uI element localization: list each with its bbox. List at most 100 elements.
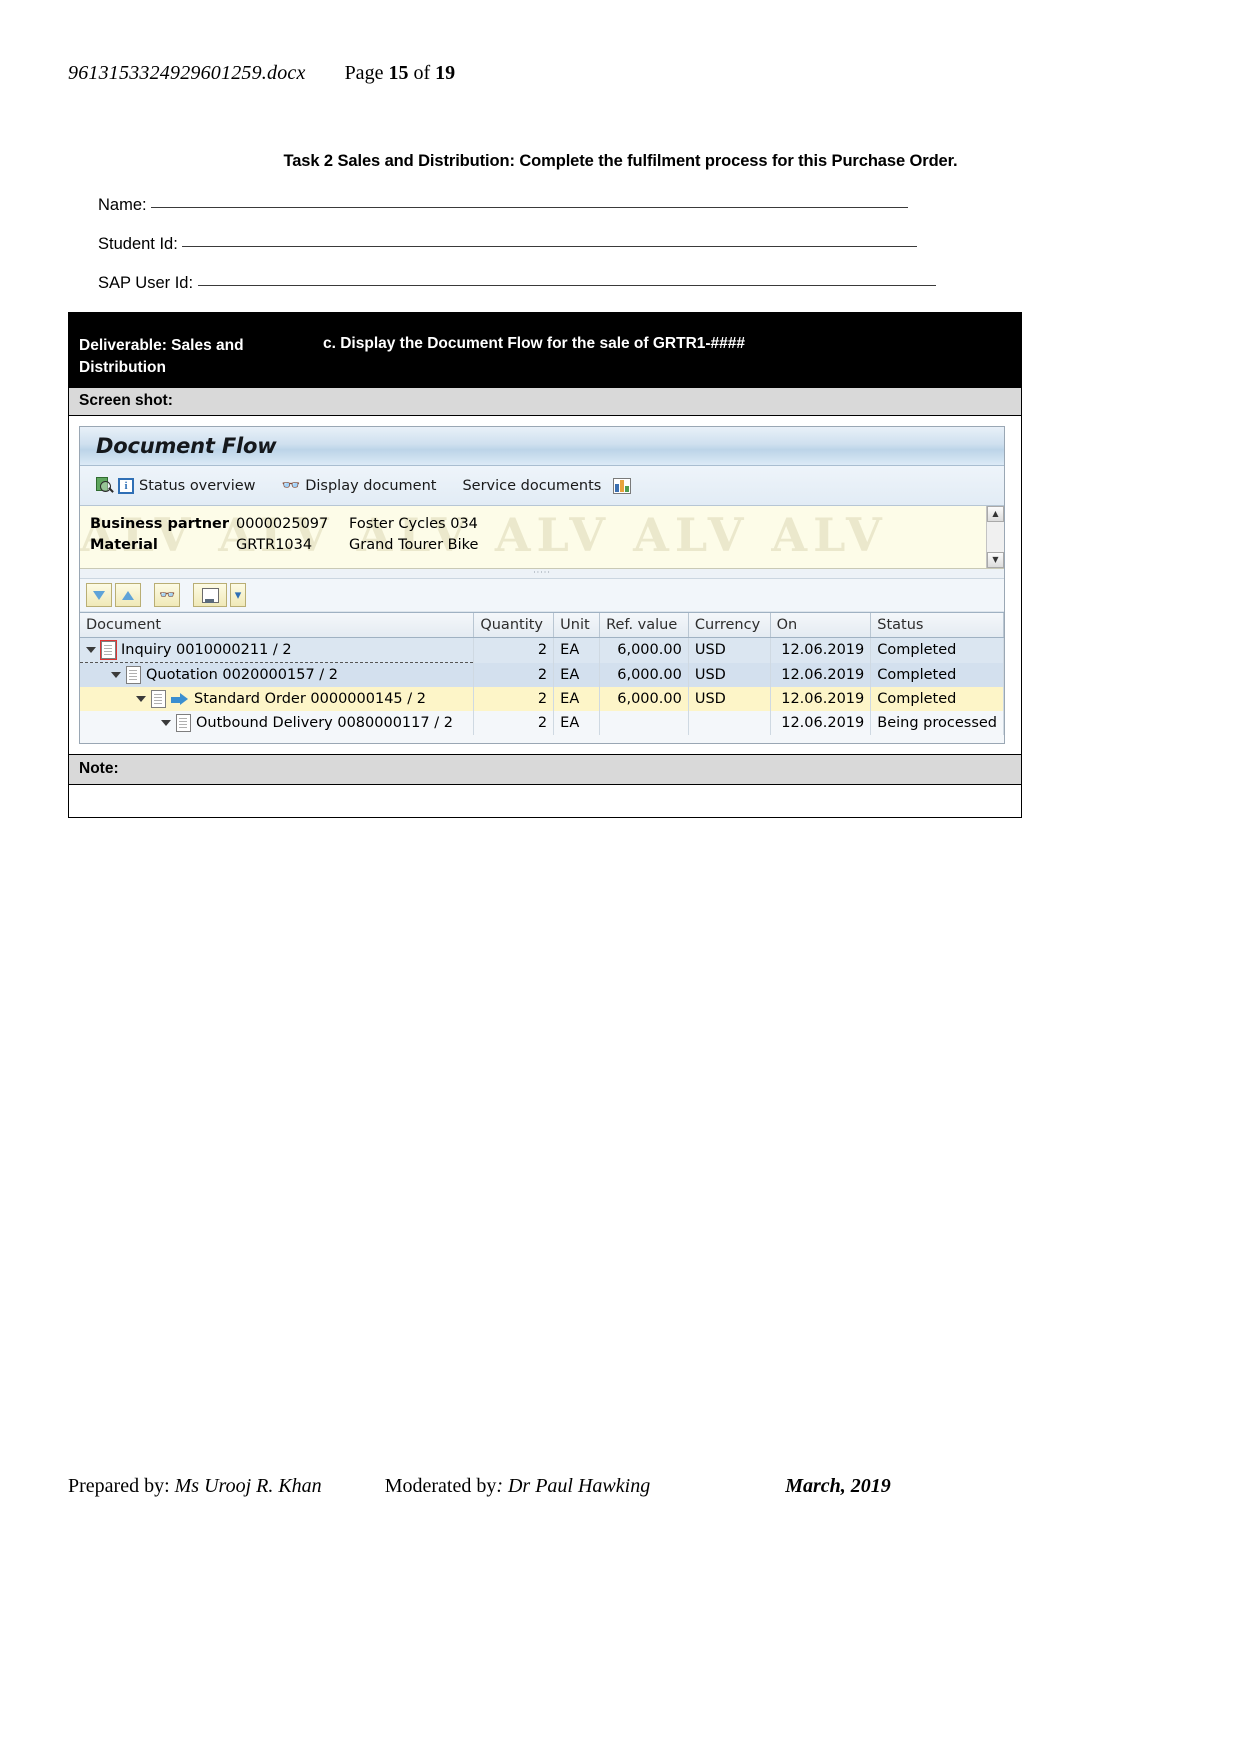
document-flow-grid: Document Quantity Unit Ref. value Curren… [80,612,1004,743]
row-quantity: 2 [473,662,555,687]
sap-user-id-field-blank[interactable] [197,272,936,286]
table-row[interactable]: Inquiry 0010000211 / 2 2 EA 6,000.00 USD… [80,637,1004,663]
row-unit: EA [553,637,601,663]
business-partner-name: Foster Cycles 034 [349,516,478,532]
document-icon [151,690,166,708]
row-quantity: 2 [473,711,555,735]
row-ref-value [599,711,689,735]
material-description: Grand Tourer Bike [349,537,479,553]
row-ref-value: 6,000.00 [599,662,689,687]
status-overview-button[interactable]: i Status overview [90,475,262,496]
sap-info-panel: ALV ALV ALV ALV ALV ALV Business partner… [80,506,1004,569]
row-status: Being processed [870,711,1004,735]
document-icon [126,666,141,684]
material-label: Material [90,537,158,553]
tree-expand-caret-icon[interactable] [161,720,171,726]
scroll-down-icon[interactable]: ▼ [987,552,1004,568]
col-unit[interactable]: Unit [553,613,601,638]
page-of-label: of [413,62,431,84]
sap-window-title: Document Flow [96,434,277,458]
service-documents-button[interactable]: Service documents [456,476,607,496]
print-menu-button[interactable]: ▾ [230,583,246,607]
name-field-row: Name: [98,194,909,215]
name-field-blank[interactable] [151,194,909,208]
col-currency[interactable]: Currency [688,613,771,638]
table-body: Inquiry 0010000211 / 2 2 EA 6,000.00 USD… [80,637,1004,735]
col-on[interactable]: On [770,613,872,638]
document-filename: 9613153324929601259.docx [68,62,306,84]
moderated-by-label: Moderated by [384,1475,497,1497]
screenshot-label: Screen shot: [69,387,1021,416]
collapse-all-button[interactable] [115,583,141,607]
page-header: 9613153324929601259.docx Page 15 of 19 [68,62,1168,85]
footer-date: March, 2019 [785,1475,891,1497]
row-status: Completed [870,637,1004,663]
print-button[interactable] [193,583,227,607]
screenshot-cell: Document Flow i Status overview 👓 Displa… [69,416,1021,754]
row-document-cell[interactable]: Standard Order 0000000145 / 2 [80,687,475,711]
business-partner-number: 0000025097 [236,516,329,532]
row-on: 12.06.2019 [770,711,872,735]
sap-user-id-field-row: SAP User Id: [98,272,936,293]
tree-expand-caret-icon[interactable] [86,647,96,653]
deliverable-table: Deliverable: Sales and Distribution c. D… [68,312,1022,818]
page-total: 19 [435,62,456,84]
bar-chart-button[interactable] [607,476,637,496]
sap-window-title-bar: Document Flow [80,427,1004,466]
panel-splitter[interactable]: ····· [80,569,1004,579]
student-id-field-blank[interactable] [182,233,918,247]
table-row[interactable]: Quotation 0020000157 / 2 2 EA 6,000.00 U… [80,662,1004,687]
row-currency: USD [688,687,771,711]
business-partner-row: Business partner 0000025097 Foster Cycle… [90,514,1004,535]
row-document-cell[interactable]: Quotation 0020000157 / 2 [80,662,475,687]
row-on: 12.06.2019 [770,637,872,663]
tree-expand-caret-icon[interactable] [111,672,121,678]
table-row[interactable]: Standard Order 0000000145 / 2 2 EA 6,000… [80,687,1004,711]
col-document[interactable]: Document [80,613,475,638]
row-document-cell[interactable]: Inquiry 0010000211 / 2 [80,637,475,663]
row-status: Completed [870,687,1004,711]
deliverable-instruction: c. Display the Document Flow for the sal… [323,335,746,352]
row-ref-value: 6,000.00 [599,637,689,663]
expand-all-button[interactable] [86,583,112,607]
row-ref-value: 6,000.00 [599,687,689,711]
col-ref-value[interactable]: Ref. value [599,613,689,638]
tree-expand-caret-icon[interactable] [136,696,146,702]
row-on: 12.06.2019 [770,687,872,711]
row-unit: EA [553,711,601,735]
row-on: 12.06.2019 [770,662,872,687]
note-input-area[interactable] [69,785,1021,817]
table-row[interactable]: Outbound Delivery 0080000117 / 2 2 EA 12… [80,711,1004,735]
row-status: Completed [870,662,1004,687]
info-icon: i [118,477,134,494]
material-row: Material GRTR1034 Grand Tourer Bike [90,535,1004,556]
row-document-cell[interactable]: Outbound Delivery 0080000117 / 2 [80,711,475,735]
business-partner-label: Business partner [90,516,229,532]
page-footer: Prepared by: Ms Urooj R. Khan Moderated … [68,1475,1168,1498]
student-id-field-label: Student Id: [98,235,178,253]
row-currency: USD [688,662,771,687]
glasses-icon: 👓 [281,476,301,494]
col-status[interactable]: Status [870,613,1004,638]
document-flow-table: Document Quantity Unit Ref. value Curren… [80,613,1004,735]
row-unit: EA [553,687,601,711]
table-header-row: Document Quantity Unit Ref. value Curren… [80,613,1004,638]
info-scrollbar[interactable]: ▲ ▼ [986,506,1004,568]
find-button[interactable]: 👓 [154,583,180,607]
scroll-up-icon[interactable]: ▲ [987,506,1004,522]
page-number: 15 [388,62,409,84]
student-id-field-row: Student Id: [98,233,918,254]
sap-user-id-field-label: SAP User Id: [98,274,194,292]
display-document-button[interactable]: 👓 Display document [276,476,443,496]
deliverable-label: Deliverable: Sales and Distribution [79,337,244,376]
document-icon [100,640,117,660]
row-unit: EA [553,662,601,687]
row-document-label: Quotation 0020000157 / 2 [146,667,339,683]
document-icon [176,714,191,732]
current-document-arrow-icon [171,692,189,706]
moderated-by-name: : Dr Paul Hawking [496,1475,651,1497]
grid-toolbar: 👓 ▾ [80,579,1004,612]
task-title: Task 2 Sales and Distribution: Complete … [283,152,958,170]
magnifier-document-icon [96,477,114,494]
col-quantity[interactable]: Quantity [473,613,555,638]
